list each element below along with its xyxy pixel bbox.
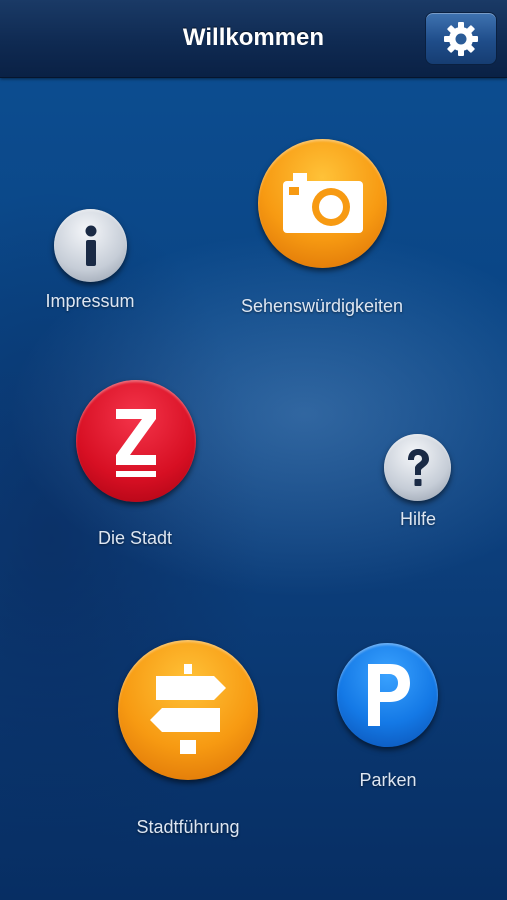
city-logo-z-icon — [116, 409, 156, 477]
city-button[interactable] — [76, 380, 196, 502]
gear-icon — [444, 21, 478, 56]
signpost-icon — [150, 664, 226, 754]
parking-icon — [367, 664, 410, 726]
info-button[interactable] — [54, 209, 127, 282]
settings-button[interactable] — [425, 12, 497, 65]
navigation-bar: Willkommen — [0, 0, 507, 78]
stadtfuehrung-label: Stadtführung — [136, 817, 240, 837]
impressum-label: Impressum — [45, 291, 135, 311]
hilfe-label: Hilfe — [399, 509, 437, 529]
parking-button[interactable] — [337, 643, 438, 747]
info-icon — [85, 225, 96, 266]
sehenswuerdigkeiten-label: Sehenswürdigkeiten — [240, 296, 404, 316]
sights-button[interactable] — [258, 139, 387, 268]
parken-label: Parken — [359, 770, 417, 790]
question-mark-icon — [407, 448, 429, 486]
help-button[interactable] — [384, 434, 451, 501]
die-stadt-label: Die Stadt — [97, 528, 173, 548]
camera-icon — [282, 172, 363, 233]
city-tour-button[interactable] — [118, 640, 258, 780]
